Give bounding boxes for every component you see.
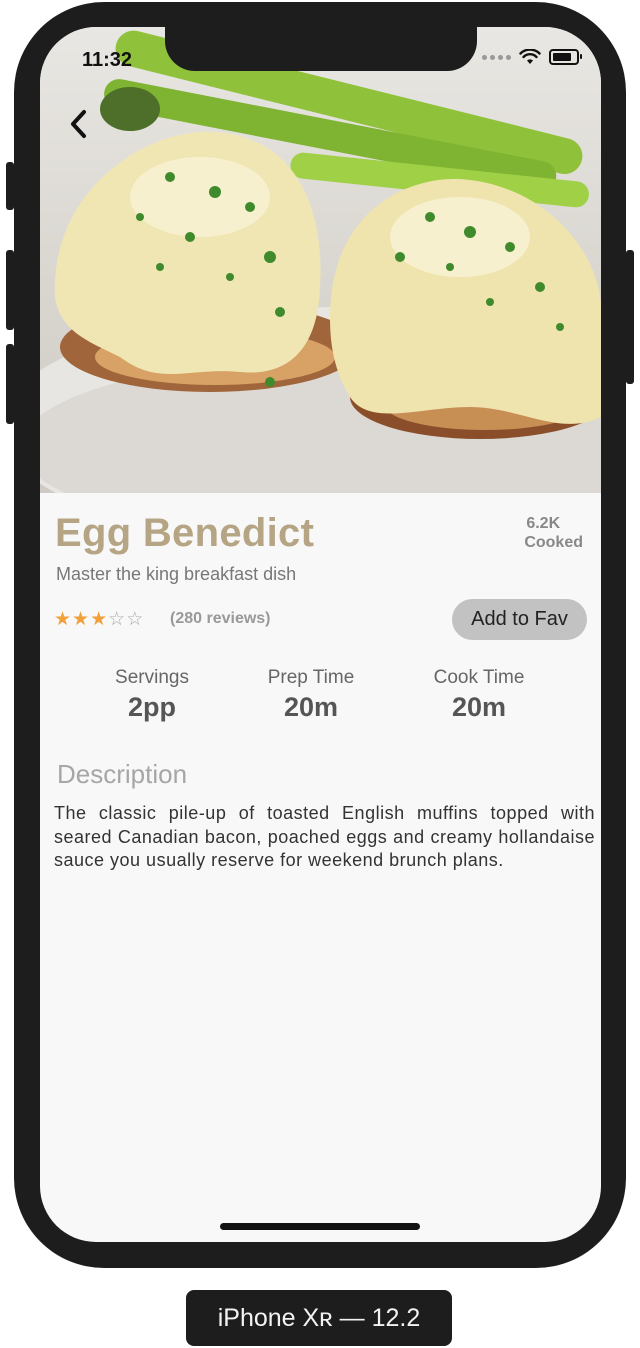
cooked-count: 6.2K Cooked [524, 514, 583, 552]
cooked-count-label: Cooked [524, 534, 583, 551]
status-time: 11:32 [82, 49, 133, 71]
back-chevron-icon[interactable] [64, 107, 94, 141]
star-icon: ★ [54, 609, 72, 630]
stat-value: 20m [451, 692, 507, 722]
app-screen: 11:32 Egg Benedict 6.2K Cooked Master th… [40, 27, 601, 1242]
volume-down-button [6, 344, 14, 424]
stat-label: Prep Time [267, 667, 355, 688]
stat-prep-time: Prep Time 20m [241, 667, 381, 723]
silent-switch [6, 162, 14, 210]
stat-servings: Servings 2pp [82, 667, 222, 723]
star-rating: ★ ★ ★ ☆ ☆ [54, 610, 143, 630]
cooked-count-value: 6.2K [526, 515, 561, 532]
home-indicator[interactable] [220, 1223, 420, 1230]
status-indicators [482, 49, 582, 65]
stat-label: Cook Time [433, 667, 525, 688]
star-outline-icon: ☆ [126, 609, 144, 630]
recipe-title: Egg Benedict [55, 511, 315, 555]
battery-icon [549, 49, 582, 65]
star-icon: ★ [72, 609, 90, 630]
recipe-photo [40, 27, 601, 493]
recipe-subtitle: Master the king breakfast dish [56, 564, 297, 584]
power-button [626, 250, 634, 384]
stat-value: 2pp [127, 692, 176, 722]
volume-up-button [6, 250, 14, 330]
star-icon: ★ [90, 609, 108, 630]
notch [165, 27, 477, 71]
add-to-fav-button[interactable]: Add to Fav [452, 599, 587, 640]
device-label: iPhone Xʀ — 12.2 [186, 1290, 452, 1346]
star-outline-icon: ☆ [108, 609, 126, 630]
stat-value: 20m [283, 692, 339, 722]
stat-label: Servings [115, 667, 189, 688]
description-text: The classic pile-up of toasted English m… [54, 803, 595, 870]
review-count[interactable]: (280 reviews) [170, 610, 271, 628]
stat-cook-time: Cook Time 20m [409, 667, 549, 723]
wifi-icon [519, 49, 541, 64]
signal-icon [482, 54, 511, 60]
description-heading: Description [57, 759, 188, 789]
